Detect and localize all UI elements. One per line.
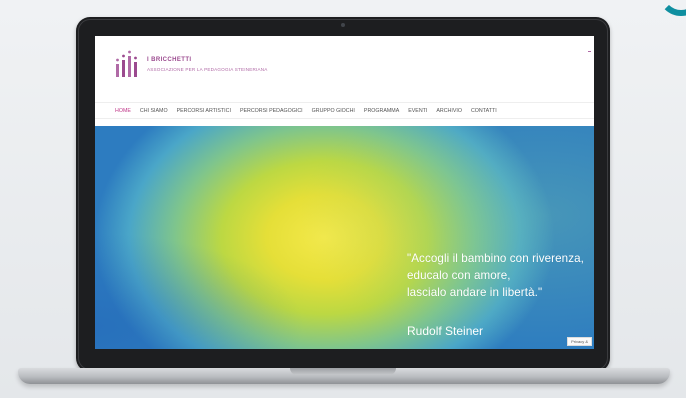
- main-nav: HOME CHI SIAMO PERCORSI ARTISTICI PERCOR…: [95, 102, 594, 119]
- privacy-button[interactable]: Privacy &: [567, 337, 592, 346]
- laptop-screen: I BRICCHETTI ASSOCIAZIONE PER LA PEDAGOG…: [95, 36, 594, 349]
- camera-dot: [341, 23, 345, 27]
- nav-item-percorsi-artistici[interactable]: PERCORSI ARTISTICI: [177, 108, 231, 114]
- nav-item-chi-siamo[interactable]: CHI SIAMO: [140, 108, 168, 114]
- nav-item-programma[interactable]: PROGRAMMA: [364, 108, 399, 114]
- nav-item-percorsi-pedagogici[interactable]: PERCORSI PEDAGOGICI: [240, 108, 303, 114]
- header-marker: [588, 51, 591, 52]
- hero-banner: "Accogli il bambino con riverenza, educa…: [95, 126, 594, 349]
- logo-icon[interactable]: [113, 50, 143, 78]
- nav-item-gruppo-giochi[interactable]: GRUPPO GIOCHI: [312, 108, 355, 114]
- quote-line: "Accogli il bambino con riverenza,: [407, 252, 584, 265]
- nav-item-home[interactable]: HOME: [115, 108, 131, 114]
- background: I BRICCHETTI ASSOCIAZIONE PER LA PEDAGOG…: [0, 0, 686, 398]
- quote-line: lascialo andare in libertà.": [407, 286, 543, 299]
- nav-item-archivio[interactable]: ARCHIVIO: [436, 108, 462, 114]
- nav-item-eventi[interactable]: EVENTI: [408, 108, 427, 114]
- site-tagline: ASSOCIAZIONE PER LA PEDAGOGIA STEINERIAN…: [147, 67, 268, 72]
- site-name[interactable]: I BRICCHETTI: [147, 57, 191, 63]
- quote-line: educalo con amore,: [407, 269, 511, 282]
- site-header: I BRICCHETTI ASSOCIAZIONE PER LA PEDAGOG…: [95, 36, 594, 102]
- corner-logo-fragment: [658, 0, 686, 16]
- quote-author: Rudolf Steiner: [407, 324, 484, 338]
- hero-quote: "Accogli il bambino con riverenza, educa…: [407, 250, 584, 301]
- laptop-notch: [290, 368, 396, 375]
- nav-item-contatti[interactable]: CONTATTI: [471, 108, 497, 114]
